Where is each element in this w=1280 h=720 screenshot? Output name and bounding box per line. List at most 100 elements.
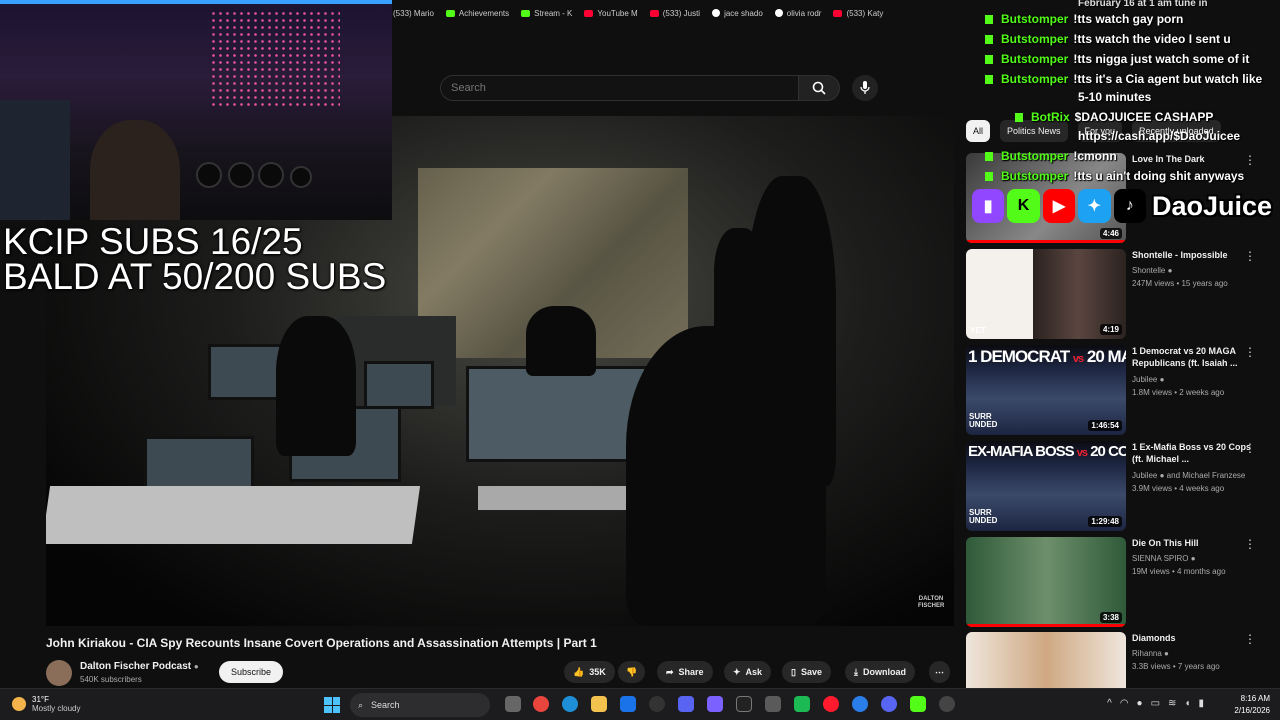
like-button[interactable]: 👍 35K	[564, 661, 615, 683]
bookmark[interactable]: olivia rodr	[774, 9, 821, 18]
task-view-icon[interactable]	[505, 696, 521, 712]
video-title[interactable]: Diamonds	[1132, 632, 1252, 644]
search-bar	[440, 75, 840, 101]
video-title[interactable]: Die On This Hill	[1132, 537, 1252, 549]
share-button[interactable]: ➦ Share	[657, 661, 713, 683]
video-channel[interactable]: Shontelle ●	[1132, 266, 1172, 275]
bookmark[interactable]: (533) Katy	[833, 9, 883, 18]
bookmark[interactable]: Achievements	[445, 9, 509, 18]
subscriber-count: 540K subscribers	[80, 675, 142, 684]
twitter-icon: ✦	[1078, 189, 1111, 223]
ask-button[interactable]: ✦ Ask	[724, 661, 772, 683]
recommended-video[interactable]: 3:38 Die On This Hill SIENNA SPIRO ● 19M…	[966, 537, 1266, 627]
kick-icon	[985, 172, 993, 182]
video-thumbnail[interactable]: 1 DEMOCRAT vs 20 MAGA SURR UNDED 1:46:54	[966, 345, 1126, 435]
verified-icon: ●	[1190, 554, 1196, 563]
shoe-shelf	[0, 100, 70, 220]
video-title[interactable]: 1 Democrat vs 20 MAGA Republicans (ft. I…	[1132, 345, 1252, 369]
chat-message-continued: https://cash.app/$DaoJuicee	[1078, 129, 1241, 143]
more-actions-button[interactable]: ⋯	[929, 661, 950, 683]
video-thumbnail[interactable]: EX-MAFIA BOSS vs 20 COPS SURR UNDED 1:29…	[966, 441, 1126, 531]
more-options-icon[interactable]: ⋮	[1244, 153, 1256, 167]
more-options-icon[interactable]: ⋮	[1244, 632, 1256, 646]
recommended-video[interactable]: Diamonds Rihanna ● 3.3B views • 7 years …	[966, 632, 1266, 688]
streamer	[90, 120, 180, 220]
hulu-icon[interactable]	[794, 696, 810, 712]
more-options-icon[interactable]: ⋮	[1244, 441, 1256, 455]
kick-icon	[985, 15, 993, 25]
surrounded-logo: SURR UNDED	[969, 508, 998, 525]
channel-avatar[interactable]	[46, 660, 72, 686]
display-icon[interactable]: ▭	[1151, 698, 1160, 709]
app-icon[interactable]	[939, 696, 955, 712]
kick-taskbar-icon[interactable]	[910, 696, 926, 712]
chip-all[interactable]: All	[966, 120, 991, 142]
obs-icon[interactable]	[649, 696, 665, 712]
subscribe-button[interactable]: Subscribe	[219, 661, 283, 683]
microphone-icon[interactable]: ●	[1137, 698, 1143, 709]
chat-message: Butstomper !tts watch gay porn	[985, 12, 1183, 26]
video-meta: 3.3B views • 7 years ago	[1132, 662, 1220, 671]
thumbs-up-icon: 👍	[573, 666, 585, 677]
video-thumbnail[interactable]	[966, 632, 1126, 688]
file-explorer-icon[interactable]	[591, 696, 607, 712]
opera-icon[interactable]	[823, 696, 839, 712]
recommended-video[interactable]: YET 4:19 Shontelle - Impossible Shontell…	[966, 249, 1266, 339]
dislike-button[interactable]: 👎	[618, 661, 646, 683]
video-title[interactable]: Love In The Dark	[1132, 153, 1252, 165]
video-channel[interactable]: Jubilee ●	[1132, 375, 1164, 384]
more-options-icon[interactable]: ⋮	[1244, 537, 1256, 551]
search-button[interactable]	[798, 75, 840, 101]
recommended-video[interactable]: 1 DEMOCRAT vs 20 MAGA SURR UNDED 1:46:54…	[966, 345, 1266, 435]
weather-widget[interactable]: 31°F Mostly cloudy	[12, 695, 80, 713]
temperature: 31°F	[32, 695, 49, 704]
video-title-main: John Kiriakou - CIA Spy Recounts Insane …	[46, 636, 597, 650]
network-icon[interactable]: ◠	[1120, 698, 1129, 709]
bald-goal-text: BALD AT 50/200 SUBS	[3, 256, 387, 297]
video-channel[interactable]: SIENNA SPIRO ●	[1132, 554, 1196, 563]
video-channel[interactable]: Jubilee ● and Michael Franzese	[1132, 471, 1245, 480]
recommended-video[interactable]: EX-MAFIA BOSS vs 20 COPS SURR UNDED 1:29…	[966, 441, 1266, 531]
channel-name[interactable]: Dalton Fischer Podcast ●	[80, 661, 199, 672]
more-options-icon[interactable]: ⋮	[1244, 345, 1256, 359]
outlook-icon[interactable]	[620, 696, 636, 712]
bookmark[interactable]: (533) Justi	[649, 9, 700, 18]
app-icon[interactable]	[707, 696, 723, 712]
video-title[interactable]: 1 Ex-Mafia Boss vs 20 Cops (ft. Michael …	[1132, 441, 1252, 465]
twitch-icon: ▮	[972, 189, 1005, 223]
chrome-icon[interactable]	[533, 696, 549, 712]
terminal-icon[interactable]	[736, 696, 752, 712]
download-button[interactable]: ⤓ Download	[845, 661, 915, 683]
chevron-up-icon[interactable]: ^	[1107, 698, 1112, 709]
app-icon[interactable]	[765, 696, 781, 712]
start-button[interactable]	[324, 697, 340, 713]
chat-message: Butstomper !tts watch the video I sent u	[985, 32, 1231, 46]
app-icon[interactable]	[678, 696, 694, 712]
more-options-icon[interactable]: ⋮	[1244, 249, 1256, 263]
edge-icon[interactable]	[562, 696, 578, 712]
video-meta: 1.8M views • 2 weeks ago	[1132, 388, 1225, 397]
wifi-icon[interactable]: ≋	[1168, 698, 1176, 709]
app-icon[interactable]	[852, 696, 868, 712]
clock[interactable]: 8:16 AM 2/16/2026	[1234, 693, 1270, 717]
bookmark[interactable]: jace shado	[712, 9, 763, 18]
volume-icon[interactable]: ◖	[1184, 698, 1190, 709]
subs-goal-text: KCIP SUBS 16/25	[3, 221, 303, 262]
video-thumbnail[interactable]: 3:38	[966, 537, 1126, 627]
chat-message: Butstomper !tts u ain't doing shit anyway…	[985, 169, 1244, 183]
battery-icon[interactable]: ▮	[1198, 698, 1204, 709]
watch-progress-bar	[966, 624, 1126, 627]
video-channel[interactable]: Rihanna ●	[1132, 649, 1169, 658]
search-input[interactable]	[440, 75, 798, 101]
bookmark[interactable]: Stream - K	[521, 9, 572, 18]
save-button[interactable]: ▯ Save	[782, 661, 831, 683]
bookmark[interactable]: YouTube M	[584, 9, 638, 18]
microphone-icon	[860, 81, 870, 94]
video-title[interactable]: Shontelle - Impossible	[1132, 249, 1252, 261]
clock-date: 2/16/2026	[1234, 706, 1270, 715]
taskbar-search[interactable]: ⌕ Search	[350, 693, 490, 717]
video-thumbnail[interactable]: YET 4:19	[966, 249, 1126, 339]
discord-icon[interactable]	[881, 696, 897, 712]
kick-icon	[985, 152, 993, 162]
voice-search-button[interactable]	[852, 75, 878, 101]
